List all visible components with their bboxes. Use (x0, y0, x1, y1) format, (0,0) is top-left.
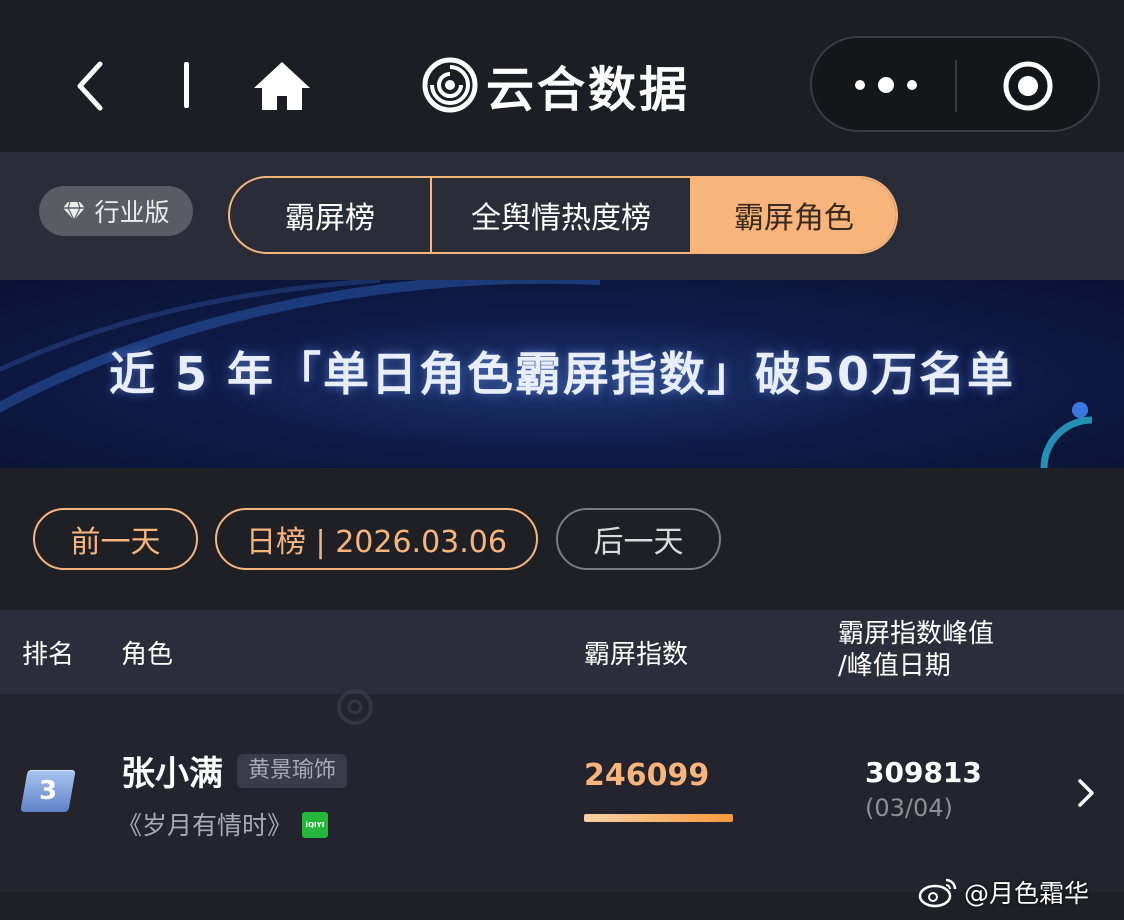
next-day-button[interactable]: 后一天 (556, 508, 721, 570)
tab-dominant-characters[interactable]: 霸屏角色 (692, 178, 896, 252)
date-picker-button[interactable]: 日榜 | 2026.03.06 (215, 508, 538, 570)
chevron-left-icon (77, 61, 103, 111)
role-name: 张小满 (121, 754, 223, 794)
rank-number: 3 (38, 776, 58, 806)
table-row[interactable]: 3 张小满 黄景瑜饰 《岁月有情时》 iQIYI 246099 309813 (… (0, 694, 1124, 892)
more-button[interactable] (848, 66, 924, 104)
title-bar: 云合数据 (0, 0, 1124, 152)
tabs-area: 行业版 霸屏榜 全舆情热度榜 霸屏角色 (0, 152, 1124, 280)
table-header: 排名 角色 霸屏指数 霸屏指数峰值 /峰值日期 (0, 610, 1124, 694)
capsule-divider (955, 60, 957, 112)
close-mini-program-button[interactable] (1002, 60, 1054, 112)
tab-public-opinion-chart[interactable]: 全舆情热度榜 (432, 178, 692, 252)
dominance-index-bar (584, 814, 772, 822)
actor-tag: 黄景瑜饰 (237, 754, 348, 788)
weibo-watermark-icon (337, 689, 373, 725)
peak-date: (03/04) (865, 794, 953, 822)
dominance-index-bar-fill (584, 814, 734, 822)
brand-title: 云合数据 (486, 62, 691, 118)
edition-badge[interactable]: 行业版 (39, 186, 193, 236)
date-navigation: 前一天 日榜 | 2026.03.06 后一天 (0, 468, 1124, 610)
edition-label: 行业版 (94, 198, 170, 227)
rank-badge: 3 (20, 770, 76, 812)
home-button[interactable] (252, 58, 312, 114)
weibo-watermark: @月色霜华 (918, 872, 1089, 912)
promo-banner[interactable]: 近 5 年「单日角色霸屏指数」破50万名单 (0, 280, 1124, 468)
target-close-icon (1003, 61, 1053, 111)
header-rank: 排名 (22, 640, 75, 670)
weibo-logo-icon (918, 878, 957, 908)
drama-title: 《岁月有情时》 (117, 811, 293, 840)
nav-divider (184, 62, 189, 108)
chevron-right-icon (1078, 779, 1094, 807)
iqiyi-platform-icon: iQIYI (302, 812, 328, 838)
more-dots-icon (855, 77, 917, 93)
ranking-tabs: 霸屏榜 全舆情热度榜 霸屏角色 (228, 176, 898, 254)
header-peak-line2: /峰值日期 (838, 651, 951, 681)
dominance-index-value: 246099 (584, 758, 710, 793)
tab-dominance-chart[interactable]: 霸屏榜 (230, 178, 432, 252)
yunhe-logo-icon (422, 57, 478, 113)
header-role: 角色 (121, 640, 174, 670)
previous-day-button[interactable]: 前一天 (33, 508, 198, 570)
header-dominance-index: 霸屏指数 (584, 640, 689, 670)
brand: 云合数据 (422, 52, 690, 118)
watermark-text: @月色霜华 (964, 879, 1090, 908)
peak-value: 309813 (865, 756, 982, 789)
diamond-icon (63, 201, 86, 221)
mini-program-capsule (810, 36, 1100, 132)
header-peak: 霸屏指数峰值 /峰值日期 (838, 618, 994, 682)
row-detail-button[interactable] (1074, 776, 1098, 810)
banner-headline: 近 5 年「单日角色霸屏指数」破50万名单 (108, 347, 1016, 401)
back-button[interactable] (70, 58, 114, 114)
page: 云合数据 行业版 霸屏榜 全舆情热度榜 霸屏角色 近 5 年「单日角色霸屏指数」… (0, 0, 1124, 920)
header-peak-line1: 霸屏指数峰值 (838, 619, 995, 649)
home-icon (254, 62, 310, 110)
